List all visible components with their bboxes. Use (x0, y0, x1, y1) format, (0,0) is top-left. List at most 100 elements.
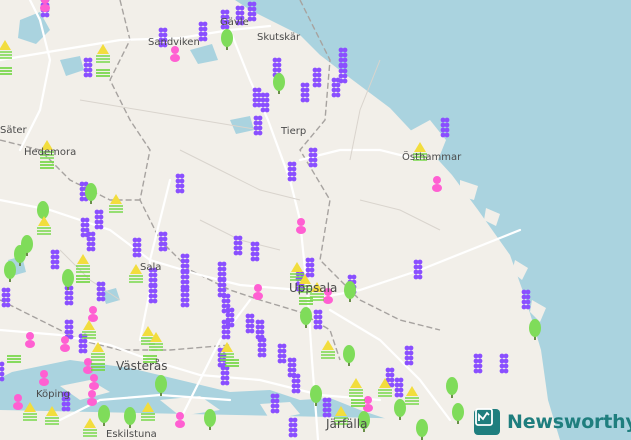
green-tree-marker-icon[interactable] (98, 405, 110, 426)
green-layer-marker-icon[interactable] (225, 359, 239, 367)
pink-person-marker-icon[interactable] (88, 306, 98, 322)
purple-stacked-marker-icon[interactable] (158, 231, 168, 252)
purple-stacked-marker-icon[interactable] (322, 397, 332, 418)
yellow-tree-marker-icon[interactable] (82, 320, 96, 339)
yellow-tree-marker-icon[interactable] (109, 194, 123, 213)
purple-stacked-marker-icon[interactable] (277, 343, 287, 364)
yellow-tree-marker-icon[interactable] (349, 378, 363, 397)
pink-person-marker-icon[interactable] (170, 46, 180, 62)
green-tree-marker-icon[interactable] (14, 245, 26, 266)
purple-stacked-marker-icon[interactable] (250, 241, 260, 262)
purple-stacked-marker-icon[interactable] (50, 249, 60, 270)
pink-person-marker-icon[interactable] (363, 396, 373, 412)
green-tree-marker-icon[interactable] (416, 419, 428, 440)
pink-person-marker-icon[interactable] (89, 374, 99, 390)
yellow-tree-marker-icon[interactable] (23, 402, 37, 421)
yellow-tree-marker-icon[interactable] (45, 406, 59, 425)
purple-stacked-marker-icon[interactable] (253, 115, 263, 136)
yellow-tree-marker-icon[interactable] (290, 262, 304, 281)
purple-stacked-marker-icon[interactable] (175, 173, 185, 194)
purple-stacked-marker-icon[interactable] (270, 393, 280, 414)
pink-person-marker-icon[interactable] (40, 0, 50, 12)
green-tree-marker-icon[interactable] (155, 375, 167, 396)
purple-stacked-marker-icon[interactable] (291, 373, 301, 394)
purple-stacked-marker-icon[interactable] (247, 1, 257, 22)
pink-person-marker-icon[interactable] (432, 176, 442, 192)
purple-stacked-marker-icon[interactable] (221, 319, 231, 340)
newsworthy-logo[interactable]: Newsworthy (474, 407, 631, 437)
purple-stacked-marker-icon[interactable] (413, 259, 423, 280)
purple-stacked-marker-icon[interactable] (180, 287, 190, 308)
purple-stacked-marker-icon[interactable] (0, 361, 5, 382)
purple-stacked-marker-icon[interactable] (300, 82, 310, 103)
green-tree-marker-icon[interactable] (452, 403, 464, 424)
green-layer-marker-icon[interactable] (91, 363, 105, 371)
green-tree-marker-icon[interactable] (310, 385, 322, 406)
purple-stacked-marker-icon[interactable] (257, 337, 267, 358)
purple-stacked-marker-icon[interactable] (78, 333, 88, 354)
green-tree-marker-icon[interactable] (124, 407, 136, 428)
green-tree-marker-icon[interactable] (394, 399, 406, 420)
green-layer-marker-icon[interactable] (299, 297, 313, 305)
purple-stacked-marker-icon[interactable] (1, 287, 11, 308)
purple-stacked-marker-icon[interactable] (245, 313, 255, 334)
yellow-tree-marker-icon[interactable] (405, 386, 419, 405)
purple-stacked-marker-icon[interactable] (404, 345, 414, 366)
purple-stacked-marker-icon[interactable] (220, 365, 230, 386)
green-tree-marker-icon[interactable] (204, 409, 216, 430)
green-tree-marker-icon[interactable] (343, 345, 355, 366)
green-layer-marker-icon[interactable] (40, 161, 54, 169)
yellow-tree-marker-icon[interactable] (220, 342, 234, 361)
green-layer-marker-icon[interactable] (96, 69, 110, 77)
purple-stacked-marker-icon[interactable] (287, 161, 297, 182)
purple-stacked-marker-icon[interactable] (260, 92, 270, 113)
pink-person-marker-icon[interactable] (296, 218, 306, 234)
purple-stacked-marker-icon[interactable] (198, 21, 208, 42)
purple-stacked-marker-icon[interactable] (440, 117, 450, 138)
green-tree-marker-icon[interactable] (273, 73, 285, 94)
purple-stacked-marker-icon[interactable] (473, 353, 483, 374)
purple-stacked-marker-icon[interactable] (86, 231, 96, 252)
green-layer-marker-icon[interactable] (351, 399, 365, 407)
yellow-tree-marker-icon[interactable] (37, 216, 51, 235)
yellow-tree-marker-icon[interactable] (83, 418, 97, 437)
purple-stacked-marker-icon[interactable] (313, 309, 323, 330)
map-view[interactable]: Gävle Sandviken Skutskär Tierp Östhammar… (0, 0, 631, 440)
pink-person-marker-icon[interactable] (253, 284, 263, 300)
pink-person-marker-icon[interactable] (87, 390, 97, 406)
green-tree-marker-icon[interactable] (529, 319, 541, 340)
purple-stacked-marker-icon[interactable] (255, 319, 265, 340)
pink-person-marker-icon[interactable] (13, 394, 23, 410)
purple-stacked-marker-icon[interactable] (288, 417, 298, 438)
purple-stacked-marker-icon[interactable] (96, 281, 106, 302)
green-tree-marker-icon[interactable] (4, 261, 16, 282)
green-tree-marker-icon[interactable] (300, 307, 312, 328)
purple-stacked-marker-icon[interactable] (225, 307, 235, 328)
green-tree-marker-icon[interactable] (344, 281, 356, 302)
yellow-tree-marker-icon[interactable] (96, 44, 110, 63)
yellow-tree-marker-icon[interactable] (0, 40, 12, 59)
yellow-tree-marker-icon[interactable] (76, 254, 90, 273)
purple-stacked-marker-icon[interactable] (252, 87, 262, 108)
yellow-tree-marker-icon[interactable] (91, 342, 105, 361)
pink-person-marker-icon[interactable] (175, 412, 185, 428)
purple-stacked-marker-icon[interactable] (331, 77, 341, 98)
purple-stacked-marker-icon[interactable] (233, 235, 243, 256)
pink-person-marker-icon[interactable] (60, 336, 70, 352)
purple-stacked-marker-icon[interactable] (305, 257, 315, 278)
green-layer-marker-icon[interactable] (7, 355, 21, 363)
purple-stacked-marker-icon[interactable] (521, 289, 531, 310)
purple-stacked-marker-icon[interactable] (94, 209, 104, 230)
green-tree-marker-icon[interactable] (446, 377, 458, 398)
purple-stacked-marker-icon[interactable] (148, 283, 158, 304)
green-layer-marker-icon[interactable] (0, 67, 12, 75)
pink-person-marker-icon[interactable] (25, 332, 35, 348)
purple-stacked-marker-icon[interactable] (499, 353, 509, 374)
green-tree-marker-icon[interactable] (221, 29, 233, 50)
purple-stacked-marker-icon[interactable] (132, 237, 142, 258)
yellow-tree-marker-icon[interactable] (141, 402, 155, 421)
purple-stacked-marker-icon[interactable] (394, 377, 404, 398)
purple-stacked-marker-icon[interactable] (312, 67, 322, 88)
pink-person-marker-icon[interactable] (39, 370, 49, 386)
purple-stacked-marker-icon[interactable] (83, 57, 93, 78)
